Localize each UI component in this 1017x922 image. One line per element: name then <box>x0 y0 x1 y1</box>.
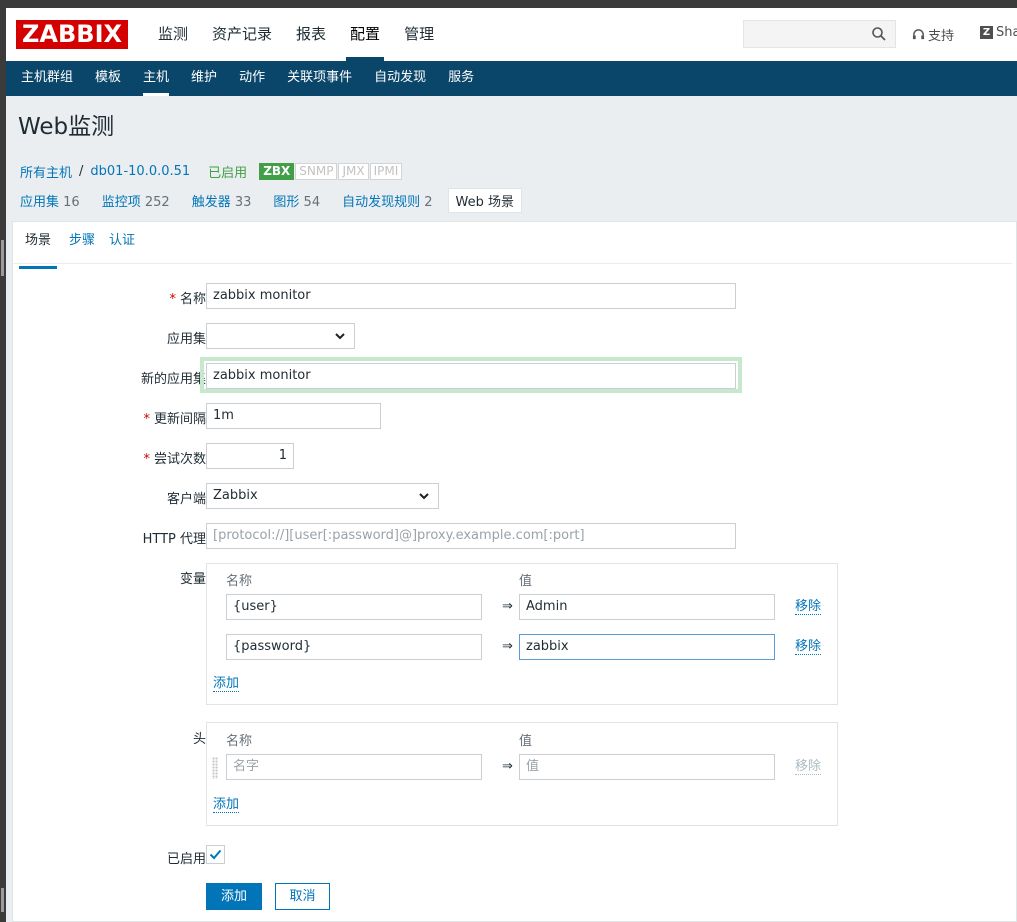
variable-value-field[interactable]: zabbix <box>519 634 775 660</box>
application-select[interactable] <box>206 323 355 349</box>
new-application-label: 新的应用集 <box>140 372 206 387</box>
tab-discovery-rules[interactable]: 自动发现规则 2 <box>342 191 432 210</box>
web-scenario-form: 场景 步骤 认证 * 名称 zabbix monitor 应用集 新的应用集 za… <box>12 221 1017 922</box>
main-menu: 监测 资产记录 报表 配置 管理 <box>146 8 446 61</box>
tab-steps[interactable]: 步骤 <box>63 224 101 263</box>
search-input[interactable] <box>743 20 896 48</box>
variables-table: 名称 值 {user} ⇒ Admin 移除 {password} ⇒ zabb… <box>206 563 838 705</box>
tab-triggers[interactable]: 触发器 33 <box>192 191 252 210</box>
header-arrow: ⇒ <box>502 759 513 774</box>
new-application-field[interactable]: zabbix monitor <box>206 363 736 389</box>
menu-administration[interactable]: 管理 <box>392 8 446 61</box>
share-link[interactable]: Z Sha <box>980 25 1017 40</box>
subnav-maintenance[interactable]: 维护 <box>180 61 228 96</box>
drag-handle-icon[interactable] <box>212 757 218 779</box>
variable-value-field[interactable]: Admin <box>519 594 775 620</box>
interval-field[interactable]: 1m <box>206 403 381 429</box>
badge-jmx: JMX <box>338 163 369 180</box>
subnav-hosts[interactable]: 主机 <box>132 61 180 96</box>
attempts-label: * 尝试次数 <box>143 452 206 467</box>
form-tabs: 场景 步骤 认证 <box>13 222 1012 269</box>
page-title: Web监测 <box>18 114 115 140</box>
add-button[interactable]: 添加 <box>206 883 262 910</box>
subnav-templates[interactable]: 模板 <box>84 61 132 96</box>
share-z-icon: Z <box>980 26 993 39</box>
variable-name-field[interactable]: {password} <box>226 634 482 660</box>
checkmark-icon <box>209 849 222 860</box>
variable-remove-link[interactable]: 移除 <box>795 639 822 655</box>
enabled-checkbox[interactable] <box>206 845 225 864</box>
breadcrumb-separator: / <box>79 164 84 179</box>
menu-inventory[interactable]: 资产记录 <box>200 8 284 61</box>
application-label: 应用集 <box>166 332 206 347</box>
menu-reports[interactable]: 报表 <box>284 8 338 61</box>
chevron-down-icon <box>419 493 429 500</box>
zabbix-app: ZABBIX 监测 资产记录 报表 配置 管理 支持 Z Sha 主机群组 模板… <box>6 8 1017 922</box>
host-status[interactable]: 已启用 <box>208 162 247 181</box>
tab-web-scenarios[interactable]: Web 场景 <box>447 187 523 213</box>
http-proxy-label: HTTP 代理 <box>142 532 206 547</box>
variable-arrow: ⇒ <box>502 639 513 654</box>
agent-label: 客户端 <box>166 492 206 507</box>
http-proxy-field[interactable]: [protocol://][user[:password]@]proxy.exa… <box>206 523 736 549</box>
headers-label: 头 <box>192 732 206 747</box>
header-name-field[interactable]: 名字 <box>226 754 482 780</box>
tab-authentication[interactable]: 认证 <box>103 224 141 263</box>
tab-items[interactable]: 监控项 252 <box>102 191 170 210</box>
search-icon[interactable] <box>871 26 887 42</box>
variable-arrow: ⇒ <box>502 599 513 614</box>
variable-remove-link[interactable]: 移除 <box>795 599 822 615</box>
tab-scenario[interactable]: 场景 <box>19 224 58 269</box>
variable-name-field[interactable]: {user} <box>226 594 482 620</box>
variable-add-link[interactable]: 添加 <box>213 676 240 692</box>
headers-col-value: 值 <box>519 734 533 749</box>
tab-applications[interactable]: 应用集 16 <box>20 191 80 210</box>
headers-table: 名称 值 名字 ⇒ 值 移除 添加 <box>206 722 838 826</box>
sub-navigation: 主机群组 模板 主机 维护 动作 关联项事件 自动发现 服务 <box>6 61 1017 96</box>
interval-label: * 更新间隔 <box>143 412 206 427</box>
breadcrumb-all-hosts[interactable]: 所有主机 <box>20 162 72 181</box>
menu-monitoring[interactable]: 监测 <box>146 8 200 61</box>
headset-icon <box>912 29 925 40</box>
zabbix-logo[interactable]: ZABBIX <box>16 20 128 49</box>
badge-zbx: ZBX <box>259 163 295 180</box>
top-navigation: ZABBIX 监测 资产记录 报表 配置 管理 支持 Z Sha <box>6 8 1017 61</box>
name-field[interactable]: zabbix monitor <box>206 283 736 309</box>
header-remove-link: 移除 <box>795 759 822 775</box>
enabled-label: 已启用 <box>166 852 206 867</box>
badge-snmp: SNMP <box>295 163 338 180</box>
breadcrumb: 所有主机 / db01-10.0.0.51 已启用 ZBX SNMP JMX I… <box>20 162 403 181</box>
breadcrumb-host[interactable]: db01-10.0.0.51 <box>90 164 190 179</box>
share-label: Sha <box>996 25 1017 40</box>
cancel-button[interactable]: 取消 <box>275 883 330 910</box>
variables-col-value: 值 <box>519 574 533 589</box>
subnav-actions[interactable]: 动作 <box>228 61 276 96</box>
support-link[interactable]: 支持 <box>912 25 954 44</box>
subnav-host-groups[interactable]: 主机群组 <box>10 61 84 96</box>
subnav-services[interactable]: 服务 <box>437 61 485 96</box>
name-label: * 名称 <box>169 292 206 307</box>
header-value-field[interactable]: 值 <box>519 754 775 780</box>
variables-label: 变量 <box>179 572 206 587</box>
tab-graphs[interactable]: 图形 54 <box>273 191 320 210</box>
support-label: 支持 <box>928 29 955 44</box>
subnav-correlation[interactable]: 关联项事件 <box>276 61 363 96</box>
header-add-link[interactable]: 添加 <box>213 797 240 813</box>
chevron-down-icon <box>335 333 345 340</box>
badge-ipmi: IPMI <box>369 163 403 180</box>
host-tabs: 应用集 16 监控项 252 触发器 33 图形 54 自动发现规则 2 Web… <box>20 187 544 213</box>
attempts-field[interactable]: 1 <box>206 443 294 469</box>
menu-configuration[interactable]: 配置 <box>338 8 392 61</box>
agent-select[interactable]: Zabbix <box>206 483 439 509</box>
variables-col-name: 名称 <box>226 574 253 589</box>
headers-col-name: 名称 <box>226 734 253 749</box>
subnav-discovery[interactable]: 自动发现 <box>363 61 437 96</box>
window-top-strip <box>0 0 1017 8</box>
